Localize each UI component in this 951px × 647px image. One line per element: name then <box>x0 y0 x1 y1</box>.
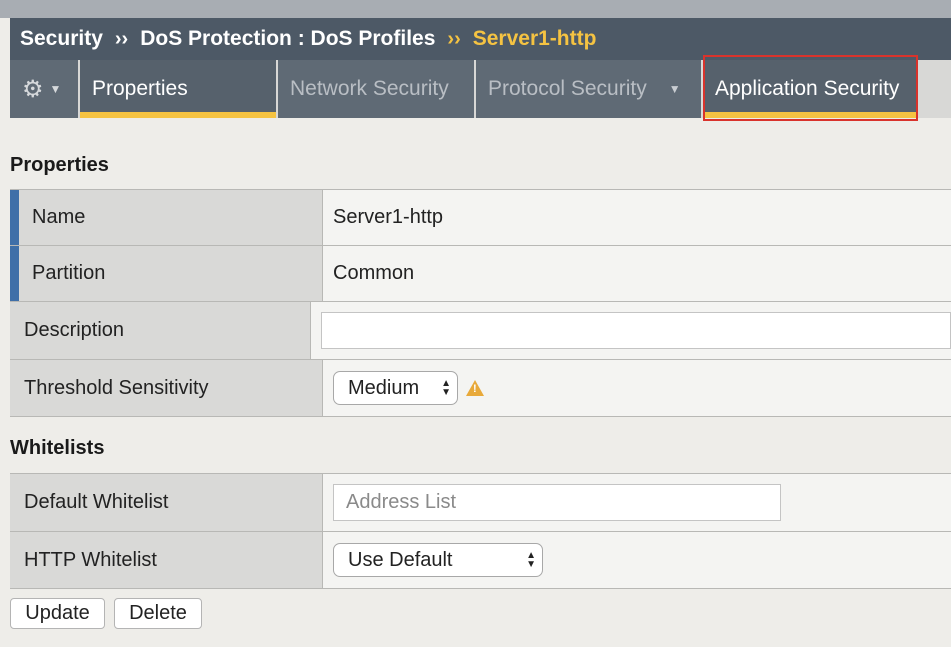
threshold-sensitivity-label: Threshold Sensitivity <box>10 360 323 416</box>
tab-application-security[interactable]: Application Security <box>703 60 917 118</box>
delete-button[interactable]: Delete <box>114 598 202 629</box>
table-row: Partition Common <box>10 246 951 302</box>
tab-label: Application Security <box>715 77 900 100</box>
gear-menu-button[interactable]: ⚙ ▼ <box>10 60 78 118</box>
breadcrumb: Security ›› DoS Protection : DoS Profile… <box>10 18 951 60</box>
partition-label: Partition <box>10 246 323 301</box>
properties-section-title: Properties <box>10 154 109 176</box>
http-whitelist-select[interactable]: Use Default ▲ ▼ <box>333 543 543 577</box>
name-label: Name <box>10 190 323 245</box>
warning-icon: ! <box>466 380 484 396</box>
threshold-sensitivity-select[interactable]: Medium ▲ ▼ <box>333 371 458 405</box>
top-strip <box>0 0 951 18</box>
partition-value: Common <box>323 246 951 301</box>
table-row: HTTP Whitelist Use Default ▲ ▼ <box>10 532 951 589</box>
default-whitelist-cell <box>323 474 951 531</box>
description-label: Description <box>10 302 311 359</box>
whitelists-section-title: Whitelists <box>10 437 105 459</box>
default-whitelist-label: Default Whitelist <box>10 474 323 531</box>
tab-protocol-security[interactable]: Protocol Security ▼ <box>476 60 701 118</box>
breadcrumb-item-security[interactable]: Security <box>20 27 103 51</box>
tab-label: Network Security <box>290 77 449 100</box>
chevron-down-icon[interactable]: ▼ <box>669 82 681 96</box>
default-whitelist-input[interactable] <box>333 484 781 521</box>
breadcrumb-item-dos-profiles[interactable]: DoS Protection : DoS Profiles <box>140 27 435 51</box>
select-value: Use Default <box>348 548 453 571</box>
tab-bar: ⚙ ▼ Properties Network Security Protocol… <box>10 60 951 118</box>
breadcrumb-separator: ›› <box>114 27 129 50</box>
http-whitelist-label: HTTP Whitelist <box>10 532 323 588</box>
description-cell <box>311 302 951 359</box>
updown-arrows-icon: ▲ ▼ <box>526 550 536 570</box>
update-button[interactable]: Update <box>10 598 105 629</box>
chevron-down-icon: ▼ <box>49 82 62 96</box>
name-value: Server1-http <box>323 190 951 245</box>
tab-label: Properties <box>92 77 188 100</box>
properties-table: Name Server1-http Partition Common Descr… <box>10 189 951 417</box>
select-value: Medium <box>348 376 420 399</box>
description-input[interactable] <box>321 312 951 349</box>
tab-network-security[interactable]: Network Security <box>278 60 474 118</box>
table-row: Name Server1-http <box>10 190 951 246</box>
table-row: Description <box>10 302 951 360</box>
whitelists-table: Default Whitelist HTTP Whitelist Use Def… <box>10 473 951 589</box>
table-row: Default Whitelist <box>10 474 951 532</box>
gear-icon: ⚙ <box>22 75 44 103</box>
tab-label: Protocol Security <box>488 77 647 100</box>
threshold-sensitivity-cell: Medium ▲ ▼ ! <box>323 360 951 416</box>
breadcrumb-separator: ›› <box>447 27 461 50</box>
updown-arrows-icon: ▲ ▼ <box>441 378 451 398</box>
http-whitelist-cell: Use Default ▲ ▼ <box>323 532 951 588</box>
table-row: Threshold Sensitivity Medium ▲ ▼ ! <box>10 360 951 417</box>
tab-properties[interactable]: Properties <box>80 60 276 118</box>
breadcrumb-current: Server1-http <box>472 27 597 50</box>
